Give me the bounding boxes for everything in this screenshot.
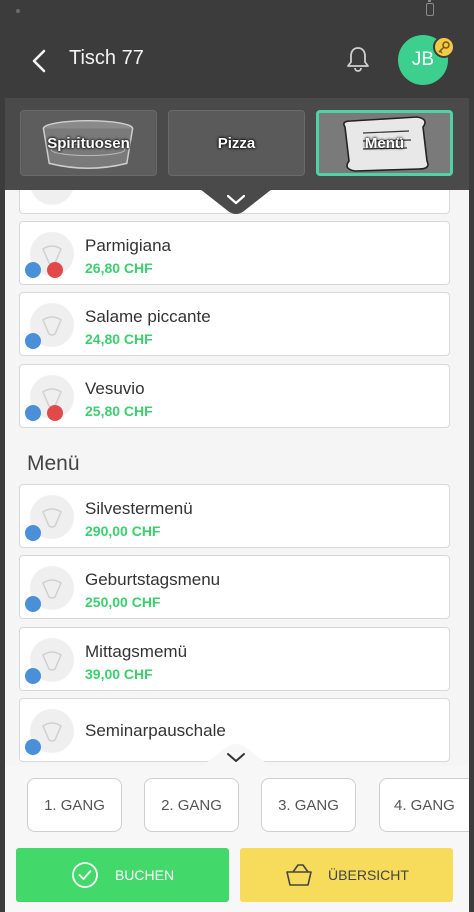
product-list[interactable]: Parmigiana 26,80 CHF Salame piccante 24,… xyxy=(5,190,469,766)
chevron-left-icon xyxy=(32,49,46,73)
list-item[interactable]: Mittagsmemü 39,00 CHF xyxy=(19,627,450,691)
item-name: Silvestermenü xyxy=(85,499,193,518)
item-name: Geburtstagsmenu xyxy=(85,570,221,589)
grid-icon xyxy=(25,262,41,278)
category-tab-pizza[interactable]: Pizza xyxy=(168,110,305,176)
category-label: Menü xyxy=(364,134,405,152)
item-name: Seminarpauschale xyxy=(85,721,226,740)
status-dot xyxy=(16,9,20,13)
course-button-3[interactable]: 3. GANG xyxy=(261,778,356,832)
course-button-2[interactable]: 2. GANG xyxy=(144,778,239,832)
bell-icon xyxy=(347,47,369,72)
item-price: 26,80 CHF xyxy=(85,260,153,276)
item-name: Mittagsmemü xyxy=(85,642,188,661)
notifications-button[interactable] xyxy=(343,44,373,74)
item-price: 24,80 CHF xyxy=(85,331,153,347)
grid-icon xyxy=(25,405,41,421)
drop-icon xyxy=(47,262,63,278)
book-button[interactable]: BUCHEN xyxy=(16,848,229,902)
grid-icon xyxy=(25,333,41,349)
item-price: 39,00 CHF xyxy=(85,666,153,682)
book-label: BUCHEN xyxy=(114,867,175,883)
product-placeholder-icon xyxy=(30,190,74,205)
category-label: Spirituosen xyxy=(47,134,130,152)
item-name: Vesuvio xyxy=(85,379,145,398)
category-bar: Spirituosen Pizza Menü xyxy=(5,98,469,190)
page-title: Tisch 77 xyxy=(69,47,144,69)
list-item[interactable]: Salame piccante 24,80 CHF xyxy=(19,292,450,356)
item-price: 25,80 CHF xyxy=(85,403,153,419)
course-button-4[interactable]: 4. GANG xyxy=(379,778,469,832)
grid-icon xyxy=(25,525,41,541)
overview-button[interactable]: ÜBERSICHT xyxy=(240,848,453,902)
section-title: Menü xyxy=(27,452,80,475)
key-icon xyxy=(433,36,455,58)
grid-icon xyxy=(25,596,41,612)
status-bar xyxy=(0,0,474,22)
item-name: Parmigiana xyxy=(85,236,171,255)
collapse-categories-button[interactable] xyxy=(200,190,272,215)
item-name: Salame piccante xyxy=(85,307,211,326)
list-item[interactable]: Geburtstagsmenu 250,00 CHF xyxy=(19,555,450,619)
battery-icon xyxy=(426,0,434,16)
overview-label: ÜBERSICHT xyxy=(328,867,409,883)
item-price: 250,00 CHF xyxy=(85,594,161,610)
basket-icon xyxy=(286,864,312,886)
category-tab-spirituosen[interactable]: Spirituosen xyxy=(20,110,157,176)
app-bar: Tisch 77 JB xyxy=(5,22,469,98)
list-item[interactable]: Silvestermenü 290,00 CHF xyxy=(19,484,450,548)
back-button[interactable] xyxy=(25,46,55,76)
expand-courses-button[interactable] xyxy=(200,744,272,768)
category-label: Pizza xyxy=(217,134,256,152)
drop-icon xyxy=(47,405,63,421)
check-circle-icon xyxy=(72,862,98,888)
bottom-panel: 1. GANG 2. GANG 3. GANG 4. GANG BUCHEN Ü… xyxy=(5,744,469,912)
item-price: 290,00 CHF xyxy=(85,523,161,539)
list-item[interactable]: Vesuvio 25,80 CHF xyxy=(19,364,450,428)
grid-icon xyxy=(25,668,41,684)
grid-icon xyxy=(25,739,41,755)
course-button-1[interactable]: 1. GANG xyxy=(27,778,122,832)
list-item[interactable]: Parmigiana 26,80 CHF xyxy=(19,221,450,285)
category-tab-menu[interactable]: Menü xyxy=(316,110,453,176)
